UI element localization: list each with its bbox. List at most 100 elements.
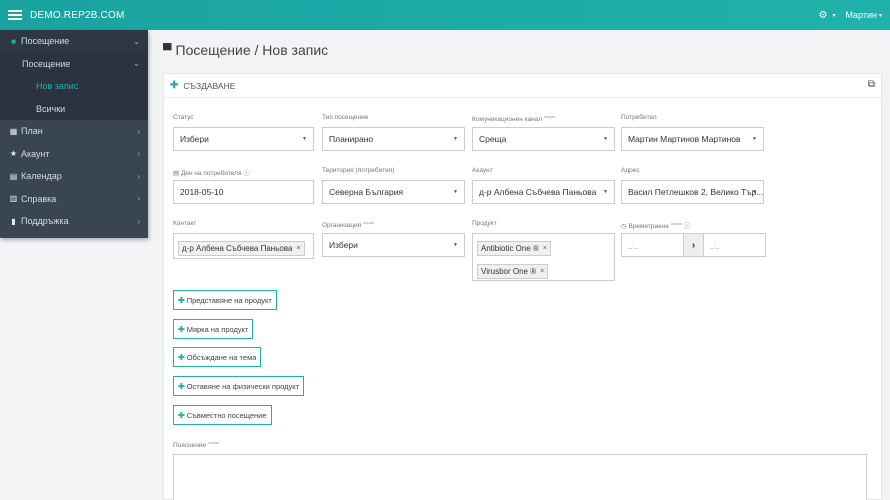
visit-type-select-value: Планирано <box>329 134 374 144</box>
status-label: Статус <box>173 114 194 121</box>
sidebar-subitem-new-record[interactable]: Нов запис <box>0 75 148 98</box>
territory-select[interactable]: Северна България ▼ <box>322 180 465 204</box>
hamburger-menu-icon[interactable] <box>8 8 22 22</box>
pin-icon: ▀ <box>163 43 172 57</box>
user-menu[interactable]: Мартин <box>845 10 877 20</box>
plus-icon: ✚ <box>178 295 185 305</box>
caret-down-icon: ▼ <box>453 136 458 142</box>
account-select[interactable]: д-р Албена Събчева Паньова ▼ <box>472 180 615 204</box>
status-select[interactable]: Избери ▼ <box>173 127 314 151</box>
help-icon[interactable]: ⓘ <box>243 170 250 177</box>
optional-mark: опция <box>544 114 556 119</box>
caret-down-icon: ▼ <box>302 136 307 142</box>
button-label: Мярка на продукт <box>186 324 249 334</box>
user-caret-icon[interactable]: ▾ <box>879 12 882 19</box>
user-date-label-text: Ден на потребителя <box>180 170 242 177</box>
user-date-label: ▤ Ден на потребителя ⓘ <box>173 167 250 177</box>
contact-tag-text: д-р Албена Събчева Паньова <box>182 244 293 253</box>
plus-icon: ✚ <box>178 410 185 420</box>
organization-label-text: Организация <box>322 222 362 230</box>
product-tag-text: Virusbor One ® <box>481 267 537 276</box>
plus-icon: ✚ <box>178 352 185 362</box>
visit-type-select[interactable]: Планирано ▼ <box>322 127 465 151</box>
optional-mark: опция <box>670 220 682 226</box>
user-select-value: Мартин Мартинов Мартинов <box>628 134 741 144</box>
address-select-value: Васил Петлешков 2, Велико Тър... <box>628 187 764 197</box>
sidebar-item-label: Посещение <box>21 36 70 47</box>
chevron-right-icon: › <box>137 194 140 204</box>
page-title-text: Посещение / Нов запис <box>175 42 329 58</box>
create-panel: ✚ СЪЗДАВАНЕ ⧉ Статус Избери ▼ Тип посеще… <box>163 73 882 500</box>
add-product-presentation-button[interactable]: ✚ Представяне на продукт <box>173 290 277 310</box>
sidebar-item-label: План <box>21 126 43 137</box>
duration-from-input[interactable]: _:_ <box>621 233 684 257</box>
top-navbar: DEMO.REP2B.COM ⚙ ▾ Мартин ▾ <box>0 0 890 30</box>
address-label: Адрес <box>621 167 640 174</box>
remove-tag-icon[interactable]: × <box>543 245 547 252</box>
organization-select-value: Избери <box>329 240 358 250</box>
duration-range: _:_ › _:_ <box>621 233 766 257</box>
sidebar-item-visit[interactable]: ■ Посещение ⌄ <box>0 30 148 53</box>
add-product-measure-button[interactable]: ✚ Мярка на продукт <box>173 319 254 339</box>
sidebar-item-calendar[interactable]: ▤ Календар › <box>0 165 148 188</box>
sidebar-item-account[interactable]: ★ Акаунт › <box>0 143 148 166</box>
contact-multiselect[interactable]: д-р Албена Събчева Паньова × <box>173 233 314 259</box>
note-label: Пояснение опция <box>173 440 219 449</box>
territory-select-value: Северна България <box>329 187 404 197</box>
chevron-right-icon: › <box>137 171 140 181</box>
add-physical-product-button[interactable]: ✚ Оставяне на физически продукт <box>173 376 305 396</box>
sidebar-item-label: Нов запис <box>36 81 79 92</box>
sidebar-subitem-visit[interactable]: Посещение ⌄ <box>0 52 148 75</box>
product-label: Продукт <box>472 220 497 227</box>
caret-down-icon: ▼ <box>603 136 608 142</box>
visit-type-label: Тип посещение <box>322 114 369 121</box>
settings-gear-icon[interactable]: ⚙ <box>818 10 827 21</box>
caret-down-icon: ▼ <box>752 136 757 142</box>
sidebar-item-label: Справка <box>21 193 57 204</box>
brand-title[interactable]: DEMO.REP2B.COM <box>30 10 124 21</box>
plus-icon: ✚ <box>178 381 185 391</box>
note-label-text: Пояснение <box>173 442 207 450</box>
clock-icon: ◷ <box>621 223 627 230</box>
contact-tag: д-р Албена Събчева Паньова × <box>178 241 305 256</box>
user-select[interactable]: Мартин Мартинов Мартинов ▼ <box>621 127 764 151</box>
star-icon: ★ <box>9 149 18 159</box>
sidebar-item-plan[interactable]: ▦ План › <box>0 120 148 143</box>
sidebar-item-label: Всички <box>36 103 66 114</box>
product-tag: Antibiotic One ® × <box>477 241 552 256</box>
sidebar-subitem-all[interactable]: Всички <box>0 97 148 120</box>
expand-icon[interactable]: ⧉ <box>868 79 875 90</box>
comm-channel-select[interactable]: Среща ▼ <box>472 127 615 151</box>
chevron-right-icon: › <box>137 126 140 136</box>
bar-chart-icon: ▥ <box>9 194 18 204</box>
chevron-right-icon: › <box>137 216 140 226</box>
calendar-icon: ▤ <box>9 171 18 181</box>
chevron-right-icon[interactable]: › <box>684 233 703 257</box>
add-topic-discussion-button[interactable]: ✚ Обсъждане на тема <box>173 347 262 367</box>
settings-caret-icon[interactable]: ▾ <box>832 12 835 19</box>
sidebar-item-label: Посещение <box>22 58 71 69</box>
button-label: Обсъждане на тема <box>186 352 257 362</box>
product-tag: Virusbor One ® × <box>477 264 549 279</box>
panel-header-title: СЪЗДАВАНЕ <box>183 80 236 91</box>
add-joint-visit-button[interactable]: ✚ Съвместно посещение <box>173 405 272 425</box>
sidebar-item-report[interactable]: ▥ Справка › <box>0 188 148 211</box>
button-label: Оставяне на физически продукт <box>186 381 300 391</box>
help-icon[interactable]: ⓘ <box>684 223 691 230</box>
grid-icon: ▦ <box>9 126 18 136</box>
caret-down-icon: ▼ <box>453 189 458 195</box>
address-select[interactable]: Васил Петлешков 2, Велико Тър... ▼ <box>621 180 764 204</box>
chevron-right-icon: › <box>137 149 140 159</box>
product-multiselect[interactable]: Antibiotic One ® × Virusbor One ® × <box>472 233 615 281</box>
remove-tag-icon[interactable]: × <box>540 268 544 275</box>
remove-tag-icon[interactable]: × <box>296 245 300 252</box>
user-date-input[interactable]: 2018-05-10 <box>173 180 314 204</box>
sidebar-item-support[interactable]: ▮ Поддръжка › <box>0 210 148 233</box>
optional-mark: опция <box>207 440 220 445</box>
organization-select[interactable]: Избери ▼ <box>322 233 465 257</box>
sidebar-item-label: Календар <box>21 171 62 182</box>
account-select-value: д-р Албена Събчева Паньова <box>479 187 597 197</box>
duration-to-input[interactable]: _:_ <box>703 233 766 257</box>
note-textarea[interactable] <box>173 454 867 500</box>
plus-icon: ✚ <box>170 80 179 91</box>
